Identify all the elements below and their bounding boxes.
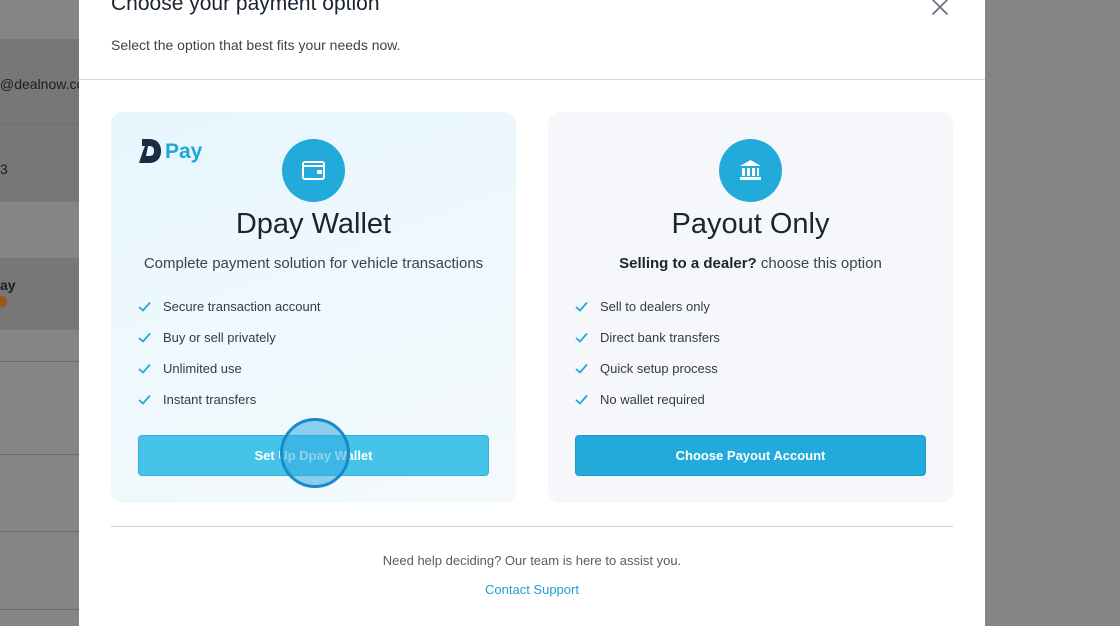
background-row — [0, 124, 80, 202]
feature-list: Sell to dealers only Direct bank transfe… — [575, 298, 720, 422]
background-divider — [0, 531, 80, 532]
feature-label: Instant transfers — [163, 392, 257, 407]
card-description: Selling to a dealer? choose this option — [548, 255, 953, 272]
check-icon — [575, 301, 588, 312]
card-description-bold: Selling to a dealer? — [619, 255, 757, 272]
check-icon — [138, 394, 151, 405]
dpay-d-mark-icon — [139, 139, 161, 163]
card-description: Complete payment solution for vehicle tr… — [143, 255, 484, 272]
bank-icon — [740, 160, 761, 180]
close-icon — [932, 0, 948, 15]
bank-icon-badge — [719, 139, 782, 202]
feature-list: Secure transaction account Buy or sell p… — [138, 298, 321, 422]
close-button[interactable] — [930, 0, 950, 17]
click-indicator — [280, 418, 350, 488]
feature-item: No wallet required — [575, 391, 720, 422]
dpay-wallet-card: Pay Dpay Wallet Complete payment solutio… — [111, 112, 516, 503]
card-title: Dpay Wallet — [235, 208, 392, 240]
feature-item: Instant transfers — [138, 391, 321, 422]
feature-label: Buy or sell privately — [163, 330, 276, 345]
check-icon — [138, 301, 151, 312]
card-description-rest: choose this option — [756, 255, 882, 272]
feature-item: Quick setup process — [575, 360, 720, 391]
feature-label: Unlimited use — [163, 361, 242, 376]
help-text: Need help deciding? Our team is here to … — [382, 553, 682, 568]
contact-support-link[interactable]: Contact Support — [79, 582, 985, 597]
check-icon — [138, 363, 151, 374]
background-email-text: @dealnow.co — [0, 76, 80, 92]
feature-item: Buy or sell privately — [138, 329, 321, 360]
feature-label: Quick setup process — [600, 361, 718, 376]
background-divider — [0, 454, 80, 455]
background-divider — [0, 361, 80, 362]
footer-divider — [111, 526, 953, 527]
feature-item: Sell to dealers only — [575, 298, 720, 329]
feature-label: Secure transaction account — [163, 299, 321, 314]
modal-subtitle: Select the option that best fits your ne… — [111, 37, 401, 53]
check-icon — [138, 332, 151, 343]
check-icon — [575, 394, 588, 405]
background-name-text: ay — [0, 277, 16, 293]
background-number-text: 3 — [0, 161, 8, 177]
feature-label: Direct bank transfers — [600, 330, 720, 345]
check-icon — [575, 332, 588, 343]
check-icon — [575, 363, 588, 374]
header-divider — [79, 79, 985, 80]
payment-option-modal: Choose your payment option Select the op… — [79, 0, 985, 626]
payout-only-card: Payout Only Selling to a dealer? choose … — [548, 112, 953, 503]
background-row — [0, 258, 80, 330]
feature-label: No wallet required — [600, 392, 705, 407]
wallet-icon — [302, 161, 325, 180]
dpay-logo-text: Pay — [165, 140, 203, 163]
feature-label: Sell to dealers only — [600, 299, 710, 314]
feature-item: Direct bank transfers — [575, 329, 720, 360]
feature-item: Unlimited use — [138, 360, 321, 391]
wallet-icon-badge — [282, 139, 345, 202]
card-title: Payout Only — [671, 208, 830, 240]
modal-title: Choose your payment option — [111, 0, 380, 15]
choose-payout-account-button[interactable]: Choose Payout Account — [575, 435, 926, 476]
dpay-logo: Pay — [136, 137, 208, 167]
background-divider — [0, 609, 80, 610]
feature-item: Secure transaction account — [138, 298, 321, 329]
